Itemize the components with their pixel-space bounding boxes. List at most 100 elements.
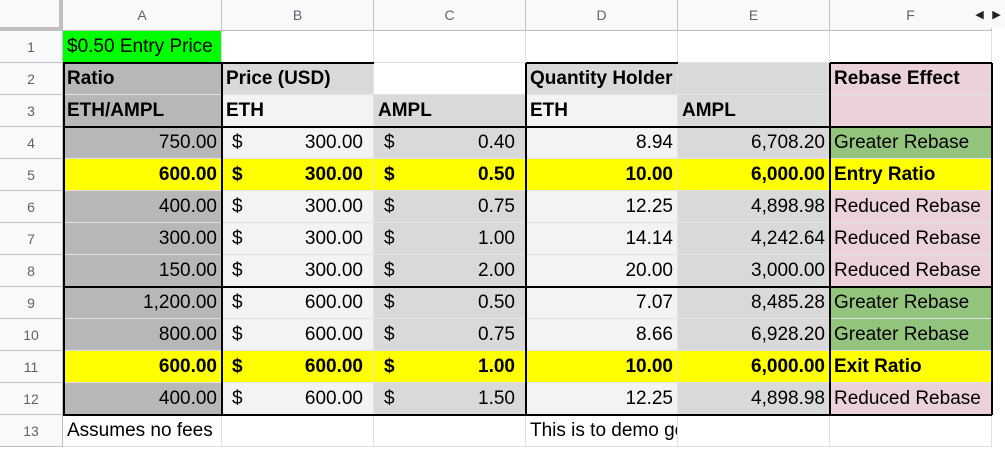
- column-header-c[interactable]: C: [374, 0, 526, 31]
- cell-d11[interactable]: 10.00: [526, 351, 678, 383]
- cell-a4[interactable]: 750.00: [63, 127, 222, 159]
- cell-b7[interactable]: $300.00: [222, 223, 374, 255]
- cell-d4[interactable]: 8.94: [526, 127, 678, 159]
- cell-e13[interactable]: [678, 415, 830, 447]
- cell-c3[interactable]: AMPL: [374, 95, 526, 127]
- cell-b4[interactable]: $300.00: [222, 127, 374, 159]
- cell-a9[interactable]: 1,200.00: [63, 287, 222, 319]
- cell-e2[interactable]: [678, 63, 830, 95]
- cell-b8[interactable]: $300.00: [222, 255, 374, 287]
- row-header-13[interactable]: 13: [0, 415, 63, 447]
- row-header-3[interactable]: 3: [0, 95, 63, 127]
- column-header-b[interactable]: B: [222, 0, 374, 31]
- row-header-2[interactable]: 2: [0, 63, 63, 95]
- row-header-12[interactable]: 12: [0, 383, 63, 415]
- column-header-e[interactable]: E: [678, 0, 830, 31]
- cell-a7[interactable]: 300.00: [63, 223, 222, 255]
- cell-e12[interactable]: 4,898.98: [678, 383, 830, 415]
- cell-e3[interactable]: AMPL: [678, 95, 830, 127]
- cell-e7[interactable]: 4,242.64: [678, 223, 830, 255]
- cell-d8[interactable]: 20.00: [526, 255, 678, 287]
- cell-e5[interactable]: 6,000.00: [678, 159, 830, 191]
- scroll-left-icon[interactable]: ◀: [975, 8, 983, 21]
- scroll-right-icon[interactable]: ▶: [992, 8, 1000, 21]
- cell-d6[interactable]: 12.25: [526, 191, 678, 223]
- row-header-4[interactable]: 4: [0, 127, 63, 159]
- cell-c6[interactable]: $0.75: [374, 191, 526, 223]
- cell-d7[interactable]: 14.14: [526, 223, 678, 255]
- cell-d10[interactable]: 8.66: [526, 319, 678, 351]
- cell-a2[interactable]: Ratio: [63, 63, 222, 95]
- column-header-d[interactable]: D: [526, 0, 678, 31]
- cell-a13[interactable]: Assumes no fees: [63, 415, 222, 447]
- select-all-corner[interactable]: [0, 0, 63, 31]
- row-header-7[interactable]: 7: [0, 223, 63, 255]
- cell-a1[interactable]: $0.50 Entry Price: [63, 31, 222, 63]
- cell-f5[interactable]: Entry Ratio: [830, 159, 992, 191]
- row-header-11[interactable]: 11: [0, 351, 63, 383]
- cell-c4[interactable]: $0.40: [374, 127, 526, 159]
- cell-a6[interactable]: 400.00: [63, 191, 222, 223]
- cell-c11[interactable]: $1.00: [374, 351, 526, 383]
- row-header-9[interactable]: 9: [0, 287, 63, 319]
- row-header-6[interactable]: 6: [0, 191, 63, 223]
- cell-b2[interactable]: Price (USD): [222, 63, 374, 95]
- cell-d2[interactable]: Quantity Holder: [526, 63, 678, 95]
- cell-a5[interactable]: 600.00: [63, 159, 222, 191]
- cell-b6[interactable]: $300.00: [222, 191, 374, 223]
- cell-b5[interactable]: $300.00: [222, 159, 374, 191]
- cell-e1[interactable]: [678, 31, 830, 63]
- cell-c5[interactable]: $0.50: [374, 159, 526, 191]
- cell-d1[interactable]: [526, 31, 678, 63]
- cell-e10[interactable]: 6,928.20: [678, 319, 830, 351]
- column-header-f[interactable]: F: [830, 0, 992, 31]
- cell-a10[interactable]: 800.00: [63, 319, 222, 351]
- cell-c2[interactable]: [374, 63, 526, 95]
- cell-e4[interactable]: 6,708.20: [678, 127, 830, 159]
- row-header-1[interactable]: 1: [0, 31, 63, 63]
- cell-f11[interactable]: Exit Ratio: [830, 351, 992, 383]
- cell-d12[interactable]: 12.25: [526, 383, 678, 415]
- cell-d5[interactable]: 10.00: [526, 159, 678, 191]
- cell-a3[interactable]: ETH/AMPL: [63, 95, 222, 127]
- cell-e6[interactable]: 4,898.98: [678, 191, 830, 223]
- column-header-a[interactable]: A: [63, 0, 222, 31]
- cell-b10[interactable]: $600.00: [222, 319, 374, 351]
- cell-b1[interactable]: [222, 31, 374, 63]
- cell-a8[interactable]: 150.00: [63, 255, 222, 287]
- cell-d13[interactable]: This is to demo general ratio dynamics o…: [526, 415, 678, 447]
- cell-f2[interactable]: Rebase Effect: [830, 63, 992, 95]
- cell-c1[interactable]: [374, 31, 526, 63]
- cell-c7[interactable]: $1.00: [374, 223, 526, 255]
- cell-e11[interactable]: 6,000.00: [678, 351, 830, 383]
- cell-b13[interactable]: [222, 415, 374, 447]
- cell-c8[interactable]: $2.00: [374, 255, 526, 287]
- cell-f12[interactable]: Reduced Rebase: [830, 383, 992, 415]
- cell-c10[interactable]: $0.75: [374, 319, 526, 351]
- cell-f3[interactable]: [830, 95, 992, 127]
- cell-a11[interactable]: 600.00: [63, 351, 222, 383]
- cell-f6[interactable]: Reduced Rebase: [830, 191, 992, 223]
- row-header-5[interactable]: 5: [0, 159, 63, 191]
- cell-f1[interactable]: [830, 31, 992, 63]
- cell-b9[interactable]: $600.00: [222, 287, 374, 319]
- cell-f8[interactable]: Reduced Rebase: [830, 255, 992, 287]
- cell-f10[interactable]: Greater Rebase: [830, 319, 992, 351]
- cell-f4[interactable]: Greater Rebase: [830, 127, 992, 159]
- cell-b11[interactable]: $600.00: [222, 351, 374, 383]
- row-header-10[interactable]: 10: [0, 319, 63, 351]
- cell-f9[interactable]: Greater Rebase: [830, 287, 992, 319]
- cell-f7[interactable]: Reduced Rebase: [830, 223, 992, 255]
- cell-d9[interactable]: 7.07: [526, 287, 678, 319]
- cell-f13[interactable]: [830, 415, 992, 447]
- cell-d3[interactable]: ETH: [526, 95, 678, 127]
- cell-e9[interactable]: 8,485.28: [678, 287, 830, 319]
- cell-c12[interactable]: $1.50: [374, 383, 526, 415]
- cell-e8[interactable]: 3,000.00: [678, 255, 830, 287]
- cell-c13[interactable]: [374, 415, 526, 447]
- row-header-8[interactable]: 8: [0, 255, 63, 287]
- cell-b3[interactable]: ETH: [222, 95, 374, 127]
- cell-b12[interactable]: $600.00: [222, 383, 374, 415]
- cell-a12[interactable]: 400.00: [63, 383, 222, 415]
- cell-c9[interactable]: $0.50: [374, 287, 526, 319]
